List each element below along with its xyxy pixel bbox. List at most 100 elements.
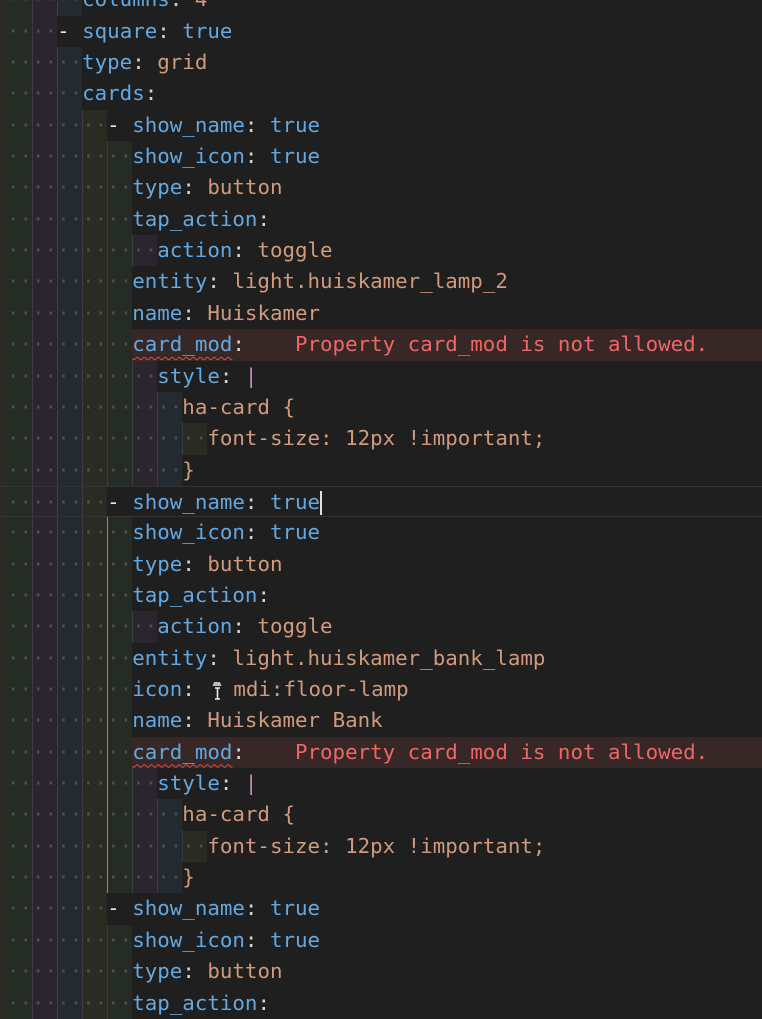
yaml-key: show_icon [132,927,245,952]
whitespace-dots: ·········· [7,520,133,545]
code-line-text: ··········tap_action: [7,204,270,235]
code-line[interactable]: ··········name: Huiskamer [0,297,762,330]
whitespace-dots: ················ [7,426,208,451]
code-line-text: ········- show_name: true [7,110,320,141]
code-line[interactable]: ··········entity: light.huiskamer_bank_l… [0,642,762,675]
code-line-text: ··············} [7,455,195,486]
code-line[interactable]: ······cards: [0,78,762,110]
code-line-text: ··············ha-card { [7,392,295,423]
code-line-text: ··········card_mod: Property card_mod is… [7,329,708,360]
code-line-error[interactable]: ··········card_mod: Property card_mod is… [0,736,762,769]
whitespace-dots: ·········· [7,269,133,294]
indent-guide-band [0,360,7,392]
code-line[interactable]: ··········entity: light.huiskamer_lamp_2 [0,266,762,298]
indent-guide-band [0,141,7,173]
code-line-error[interactable]: ··········card_mod: Property card_mod is… [0,329,762,361]
yaml-value: mdi:floor-lamp [233,677,409,701]
code-line[interactable]: ········- show_name: true [0,109,762,142]
code-line[interactable]: ············style: | [0,768,762,800]
yaml-value: light.huiskamer_bank_lamp [232,645,546,670]
code-line[interactable]: ················font-size: 12px !importa… [0,830,762,863]
whitespace-dots: ······ [7,50,83,74]
code-line-text: ················font-size: 12px !importa… [7,831,545,862]
whitespace-dots: ·········· [7,300,133,325]
block-scalar-pipe: | [244,771,258,796]
code-line[interactable]: ··········type: button [0,172,762,204]
code-line[interactable]: ············action: toggle [0,235,762,267]
code-line-text: ··········name: Huiskamer [7,298,320,329]
code-line[interactable]: ················font-size: 12px !importa… [0,423,762,455]
code-line-text: ······cards: [7,78,157,109]
code-line[interactable]: ······columns: 4 [0,0,762,16]
indent-guide-band [0,0,7,16]
yaml-key: tap_action [132,582,258,607]
code-line-current[interactable]: ········- show_name: true [0,485,762,518]
yaml-value: toggle [257,614,333,639]
indent-guide-band [0,454,7,486]
code-line[interactable]: ······type: grid [0,47,762,79]
code-line[interactable]: ··········show_icon: true [0,924,762,957]
yaml-key: show_name [132,112,245,137]
indent-guide-band [0,924,7,957]
list-dash: - [107,896,133,921]
code-line-text: ··········show_icon: true [7,925,320,956]
punctuation: : [257,582,270,607]
code-line[interactable]: ··············} [0,454,762,486]
whitespace-dots: ············ [7,614,158,639]
yaml-value: light.huiskamer_lamp_2 [232,269,508,294]
code-line[interactable]: ··········name: Huiskamer Bank [0,705,762,737]
whitespace-dots: ······ [7,81,83,106]
yaml-key: card_mod [132,332,233,357]
code-line[interactable]: ············action: toggle [0,611,762,643]
whitespace-dots: ·········· [7,332,133,357]
code-line[interactable]: ····- square: true [0,15,762,48]
code-line-text: ··········tap_action: [7,988,270,1019]
code-line[interactable]: ··········show_icon: true [0,517,762,549]
code-line-text: ··········icon: mdi:floor-lamp [7,674,409,705]
yaml-key: entity [132,645,208,670]
code-line-text: ····- square: true [7,16,232,47]
code-line[interactable]: ··············} [0,862,762,894]
yaml-key: style [157,771,220,796]
indent-guide-band [0,548,7,580]
code-line[interactable]: ··········type: button [0,548,762,580]
code-line[interactable]: ··········tap_action: [0,203,762,236]
code-line-text: ············style: | [7,768,257,799]
code-line[interactable]: ··········tap_action: [0,579,762,612]
yaml-value: button [207,551,283,576]
code-line[interactable]: ········- show_name: true [0,893,762,925]
code-line-text: ················font-size: 12px !importa… [7,423,545,454]
whitespace-dots: ·········· [7,927,133,952]
yaml-value: 4 [195,0,208,11]
code-line-text: ······columns: 4 [7,0,207,16]
punctuation: : [182,959,208,984]
code-line[interactable]: ··············ha-card { [0,799,762,831]
code-line[interactable]: ··········show_icon: true [0,141,762,173]
punctuation: : [219,771,245,796]
code-line[interactable]: ··········tap_action: [0,987,762,1019]
indent-guide-band [0,579,7,612]
code-line-text: ··········type: button [7,549,282,580]
code-line-text: ········- show_name: true [7,893,320,924]
code-line[interactable]: ··············ha-card { [0,391,762,424]
indent-guide-band [0,768,7,800]
indent-guide-band [0,987,7,1019]
yaml-code-editor[interactable]: ······columns: 4····- square: true······… [0,0,762,1019]
code-line-text: ··········show_icon: true [7,141,320,172]
code-line[interactable]: ··········type: button [0,956,762,988]
whitespace-dots: ············ [7,771,158,796]
code-line[interactable]: ··········icon: mdi:floor-lamp [0,674,762,706]
punctuation: : [182,300,208,325]
code-line[interactable]: ············style: | [0,360,762,392]
indent-guide-band [0,391,7,424]
yaml-key: true [269,927,321,952]
yaml-key: style [157,363,220,388]
whitespace-dots: ·········· [7,739,133,764]
yaml-key: true [269,520,321,545]
list-dash: - [57,18,83,43]
yaml-key: name [132,708,183,733]
yaml-key: type [82,50,133,74]
yaml-key: show_name [132,489,245,514]
punctuation: : [182,708,208,733]
whitespace-dots: ·········· [7,551,133,576]
